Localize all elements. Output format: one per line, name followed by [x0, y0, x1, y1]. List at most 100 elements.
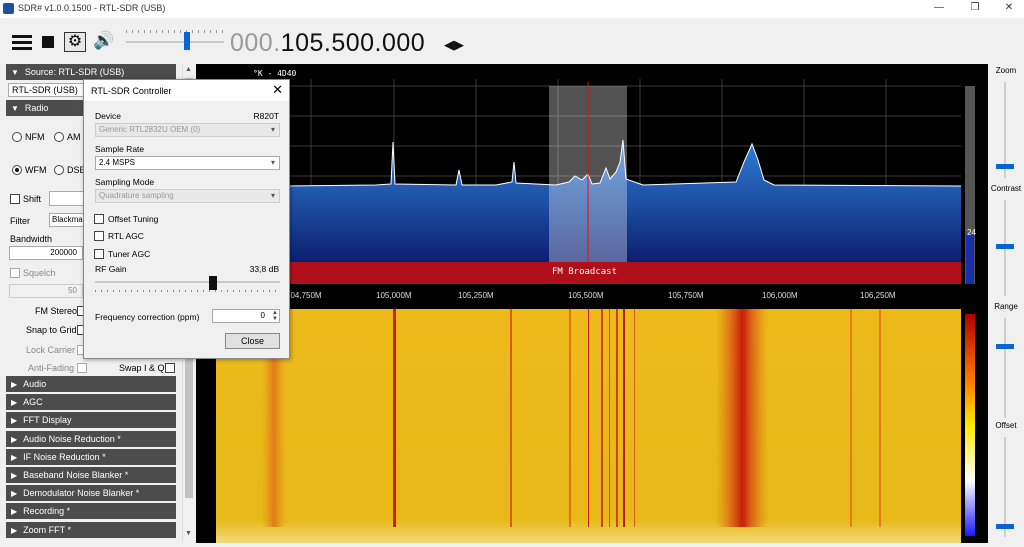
range-slider-thumb[interactable]	[996, 344, 1014, 349]
source-header[interactable]: ▼ Source: RTL-SDR (USB)	[6, 64, 176, 80]
window-title: SDR# v1.0.0.1500 - RTL-SDR (USB)	[18, 3, 166, 13]
nfm-label: NFM	[25, 132, 45, 142]
restore-button[interactable]: ❐	[958, 0, 992, 18]
sample-rate-label: Sample Rate	[95, 144, 145, 154]
squelch-input[interactable]: 50	[9, 284, 83, 298]
close-button[interactable]: Close	[225, 333, 280, 349]
chevron-down-icon: ▾	[270, 125, 275, 134]
waterfall-signal-d	[569, 309, 571, 527]
speaker-icon[interactable]: 🔊	[93, 31, 114, 51]
level-value: 24	[967, 228, 976, 237]
freq-tick-7: 106,250M	[860, 291, 896, 300]
chevron-right-icon: ▶	[11, 452, 18, 462]
sampling-mode-label: Sampling Mode	[95, 177, 155, 187]
wfm-radio[interactable]	[12, 165, 22, 175]
main-toolbar: ⚙ 🔊 000.105.500.000 ◀▶	[0, 18, 1024, 64]
frequency-step-arrows[interactable]: ◀▶	[444, 37, 464, 53]
snap-to-grid-label: Snap to Grid	[26, 325, 77, 335]
waterfall-signal-l	[850, 309, 852, 527]
fm-broadcast-band	[286, 262, 961, 284]
scroll-down-icon[interactable]: ▼	[185, 530, 192, 537]
volume-slider-thumb[interactable]	[183, 32, 190, 50]
scroll-up-icon[interactable]: ▲	[185, 66, 192, 73]
frequency-prefix: 000.	[230, 29, 281, 57]
gear-icon[interactable]: ⚙	[64, 32, 86, 52]
plugin-header-7[interactable]: ▶ Recording *	[6, 503, 176, 520]
freq-tick-2: 105,000M	[376, 291, 412, 300]
zoom-slider-thumb[interactable]	[996, 164, 1014, 169]
chevron-right-icon: ▶	[11, 434, 18, 444]
menu-icon[interactable]	[12, 35, 32, 51]
plugin-header-label: Demodulator Noise Blanker *	[23, 488, 140, 499]
chevron-down-icon: ▾	[270, 191, 275, 200]
stop-icon[interactable]	[42, 36, 54, 48]
sampling-mode-select[interactable]: Quadrature sampling ▾	[95, 189, 280, 203]
spectrum-analyzer[interactable]: °K - 4D40 FM Broadcast 24 104,750M 105,0…	[196, 64, 988, 309]
plugin-header-2[interactable]: ▶ FFT Display	[6, 412, 176, 429]
plugin-header-6[interactable]: ▶ Demodulator Noise Blanker *	[6, 485, 176, 502]
plugin-header-0[interactable]: ▶ Audio	[6, 376, 176, 392]
nfm-radio[interactable]	[12, 132, 22, 142]
sdr-app-icon	[3, 3, 14, 14]
freq-tick-1: 104,750M	[286, 291, 322, 300]
offset-label: Offset	[995, 421, 1017, 430]
offset-slider-thumb[interactable]	[996, 524, 1014, 529]
am-radio[interactable]	[54, 132, 64, 142]
tuner-agc-checkbox[interactable]	[94, 249, 104, 259]
waterfall-fm-station	[716, 309, 768, 527]
plugin-header-label: AGC	[23, 397, 43, 408]
sdr-sharp-app: SDR# v1.0.0.1500 - RTL-SDR (USB) — ❐ ✕ ⚙…	[0, 0, 1024, 547]
waterfall-display[interactable]	[196, 309, 988, 543]
spin-arrows-icon[interactable]: ▲ ▼	[272, 310, 278, 322]
plugin-header-label: FFT Display	[23, 415, 72, 426]
filter-label: Filter	[10, 216, 30, 226]
rf-gain-slider-thumb[interactable]	[209, 276, 217, 290]
anti-fading-checkbox[interactable]	[77, 363, 87, 373]
plugin-header-8[interactable]: ▶ Zoom FFT *	[6, 521, 176, 538]
rf-gain-value: 33,8 dB	[249, 264, 279, 274]
swap-iq-checkbox[interactable]	[165, 363, 175, 373]
plugin-header-1[interactable]: ▶ AGC	[6, 394, 176, 411]
zoom-label: Zoom	[995, 66, 1017, 75]
waterfall-signal-h	[616, 309, 618, 527]
rf-gain-ticks	[95, 290, 280, 292]
contrast-slider-thumb[interactable]	[996, 244, 1014, 249]
am-label: AM	[67, 132, 81, 142]
squelch-checkbox[interactable]	[10, 268, 20, 278]
dialog-close-icon[interactable]: ✕	[272, 82, 283, 98]
rf-gain-slider[interactable]	[95, 281, 280, 283]
chevron-right-icon: ▶	[11, 398, 18, 408]
shift-checkbox[interactable]	[10, 194, 20, 204]
frequency-display[interactable]: 000.105.500.000	[230, 29, 425, 58]
waterfall-signal-g	[609, 309, 610, 527]
sample-rate-select[interactable]: 2.4 MSPS ▾	[95, 156, 280, 170]
spectrum-corner-label: °K - 4D40	[253, 69, 297, 78]
chevron-right-icon: ▶	[11, 380, 18, 389]
freq-tick-6: 106,000M	[762, 291, 798, 300]
device-select[interactable]: Generic RTL2832U OEM (0) ▾	[95, 123, 280, 137]
range-slider[interactable]	[1004, 318, 1006, 418]
waterfall-signal-e	[588, 309, 589, 527]
plugin-header-4[interactable]: ▶ IF Noise Reduction *	[6, 448, 176, 465]
plugin-header-5[interactable]: ▶ Baseband Noise Blanker *	[6, 467, 176, 483]
shift-label: Shift	[23, 194, 42, 204]
minimize-button[interactable]: —	[922, 0, 956, 18]
freq-correction-label: Frequency correction (ppm)	[95, 312, 200, 322]
chevron-right-icon: ▶	[11, 471, 18, 480]
offset-slider[interactable]	[1004, 437, 1006, 537]
close-window-button[interactable]: ✕	[992, 0, 1024, 18]
plugin-header-3[interactable]: ▶ Audio Noise Reduction *	[6, 430, 176, 447]
plugin-header-label: Zoom FFT *	[23, 524, 71, 535]
waterfall-signal-b	[393, 309, 396, 527]
plugin-header-label: Audio Noise Reduction *	[23, 433, 121, 444]
offset-tuning-checkbox[interactable]	[94, 214, 104, 224]
freq-tick-4: 105,500M	[568, 291, 604, 300]
anti-fading-label: Anti-Fading	[28, 363, 75, 373]
swap-iq-label: Swap I & Q	[119, 363, 165, 373]
chevron-right-icon: ▶	[11, 489, 18, 499]
freq-correction-input[interactable]: 0 ▲ ▼	[212, 309, 280, 323]
bandwidth-input[interactable]: 200000	[9, 246, 83, 260]
volume-slider[interactable]	[126, 41, 224, 43]
dsb-radio[interactable]	[54, 165, 64, 175]
rtl-agc-checkbox[interactable]	[94, 231, 104, 241]
